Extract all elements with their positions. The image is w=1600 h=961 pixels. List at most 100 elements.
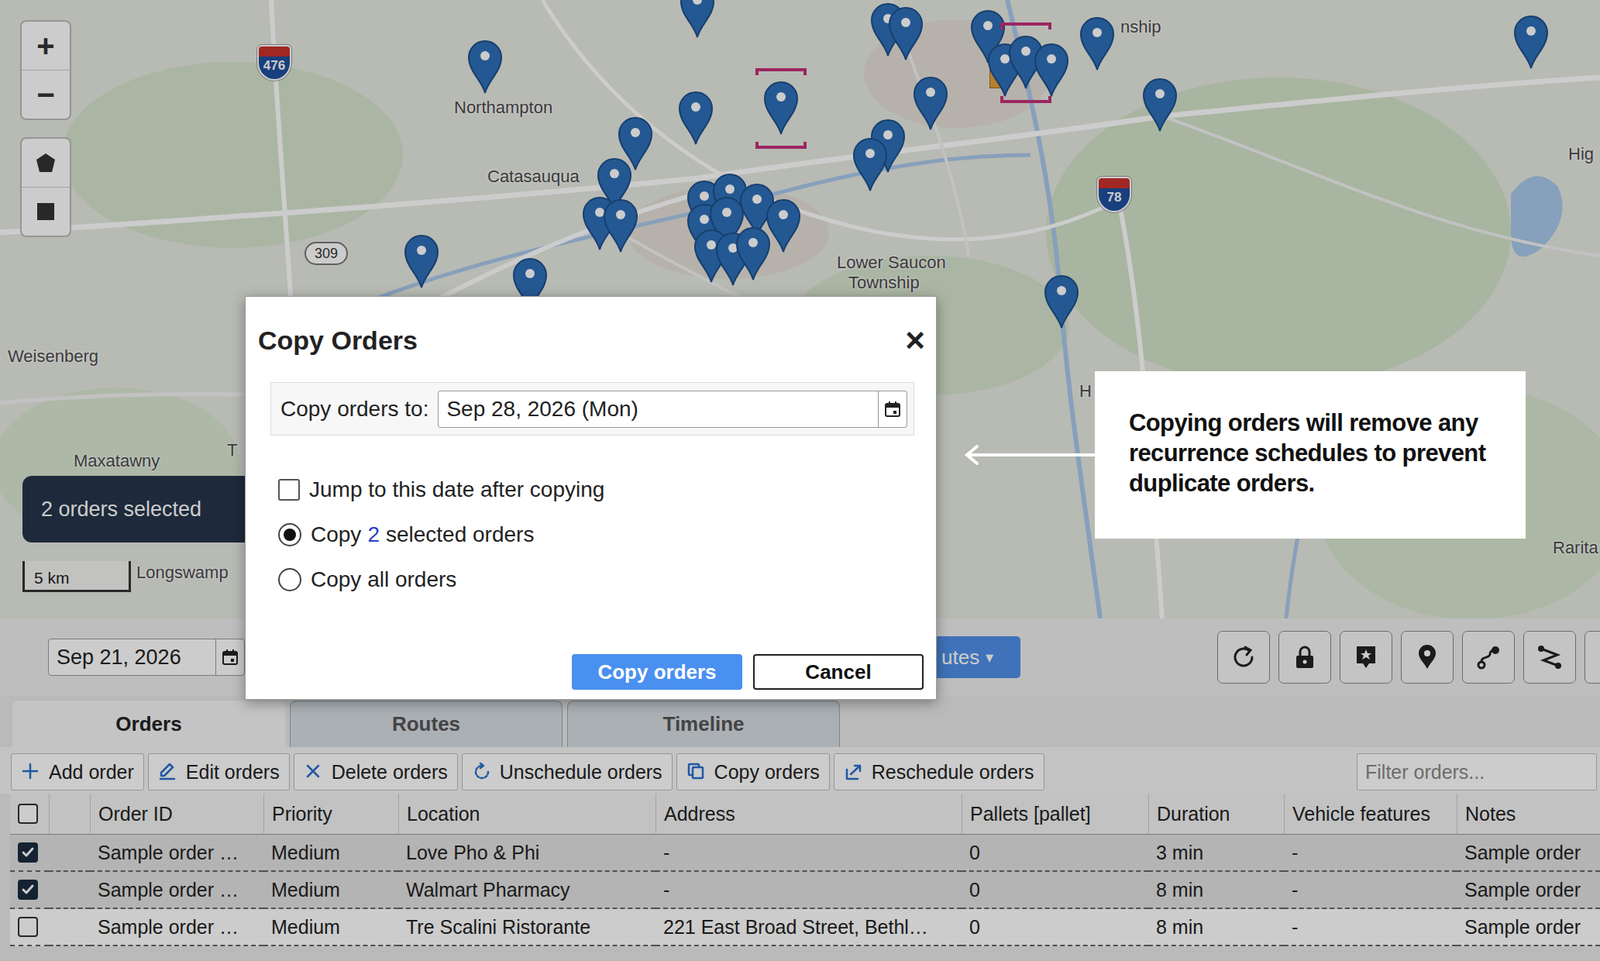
action-button[interactable]: Reschedule orders bbox=[833, 753, 1045, 791]
routes-dropdown[interactable]: utes▾ bbox=[922, 636, 1021, 678]
table-cell[interactable]: 3 min bbox=[1148, 834, 1284, 872]
pin-star-button[interactable] bbox=[1339, 630, 1393, 684]
checkbox[interactable] bbox=[17, 879, 38, 900]
order-pin[interactable] bbox=[1141, 76, 1179, 133]
refresh-button[interactable] bbox=[1217, 630, 1270, 684]
cancel-button[interactable]: Cancel bbox=[753, 653, 924, 690]
table-cell[interactable]: Sample order bbox=[1456, 871, 1600, 909]
copy-option[interactable]: Copy2selected orders bbox=[278, 520, 936, 549]
cell-text: Sample order … bbox=[97, 878, 239, 902]
column-header[interactable]: Order ID bbox=[89, 793, 264, 835]
order-pin[interactable] bbox=[887, 5, 925, 62]
route-alt-button[interactable] bbox=[1523, 630, 1576, 684]
row-select-cell[interactable] bbox=[10, 908, 49, 947]
close-button[interactable]: × bbox=[904, 323, 926, 358]
filter-input[interactable] bbox=[1356, 753, 1597, 791]
order-pin[interactable] bbox=[677, 89, 715, 146]
table-cell[interactable]: Sample order … bbox=[89, 908, 264, 947]
column-header[interactable]: Notes bbox=[1456, 793, 1600, 835]
column-label: Address bbox=[664, 802, 736, 826]
table-cell[interactable]: Tre Scalini Ristorante bbox=[398, 908, 656, 947]
table-cell[interactable]: Medium bbox=[263, 908, 399, 947]
column-header[interactable]: Pallets [pallet] bbox=[961, 793, 1149, 835]
jump-option[interactable]: Jump to this date after copying bbox=[278, 475, 936, 504]
tab[interactable]: Timeline bbox=[567, 700, 840, 747]
radio-button[interactable] bbox=[278, 523, 302, 547]
table-cell[interactable]: - bbox=[655, 871, 962, 909]
order-pin[interactable] bbox=[1032, 41, 1071, 98]
date-value[interactable]: Sep 21, 2026 bbox=[48, 639, 216, 675]
calendar-button[interactable] bbox=[215, 639, 245, 675]
calendar-button[interactable] bbox=[877, 391, 907, 427]
table-cell[interactable]: Sample order bbox=[1456, 834, 1600, 872]
table-cell[interactable]: Love Pho & Phi bbox=[398, 834, 656, 872]
action-button[interactable]: Unschedule orders bbox=[461, 753, 673, 791]
date-value[interactable]: Sep 28, 2026 (Mon) bbox=[438, 391, 878, 427]
table-cell[interactable]: 0 bbox=[961, 834, 1149, 872]
table-cell[interactable]: - bbox=[1283, 871, 1457, 909]
order-pin[interactable] bbox=[602, 197, 640, 254]
table-cell[interactable]: Walmart Pharmacy bbox=[398, 871, 656, 909]
rectangle-tool-button[interactable] bbox=[21, 186, 70, 236]
order-pin[interactable] bbox=[1512, 13, 1550, 70]
order-pin[interactable] bbox=[851, 136, 889, 193]
action-label: Edit orders bbox=[185, 760, 280, 784]
order-pin[interactable] bbox=[734, 225, 772, 282]
order-pin[interactable] bbox=[678, 0, 716, 39]
order-pin[interactable] bbox=[1078, 15, 1116, 72]
lock-button[interactable] bbox=[1278, 630, 1332, 684]
order-pin[interactable] bbox=[402, 233, 441, 290]
draw-controls bbox=[20, 137, 72, 238]
checkbox[interactable] bbox=[17, 916, 38, 937]
route-button[interactable] bbox=[1462, 630, 1515, 684]
checkbox[interactable] bbox=[17, 842, 38, 863]
column-header[interactable]: Address bbox=[655, 793, 962, 835]
action-button[interactable]: Edit orders bbox=[147, 753, 290, 791]
order-pin[interactable] bbox=[762, 79, 800, 136]
column-header[interactable]: Duration bbox=[1148, 793, 1284, 835]
table-cell[interactable]: Sample order … bbox=[89, 871, 264, 909]
tab[interactable]: Routes bbox=[289, 700, 563, 747]
map-label: T bbox=[227, 440, 238, 461]
order-pin[interactable] bbox=[466, 38, 504, 95]
zoom-in-button[interactable]: + bbox=[21, 21, 70, 70]
table-cell[interactable]: 0 bbox=[961, 908, 1149, 947]
checkbox[interactable] bbox=[17, 803, 38, 824]
copy-orders-button[interactable]: Copy orders bbox=[571, 653, 743, 690]
table-cell[interactable]: Medium bbox=[263, 834, 399, 872]
action-button[interactable]: Copy orders bbox=[676, 753, 830, 791]
location-pin-button[interactable] bbox=[1400, 630, 1454, 684]
jump-checkbox[interactable] bbox=[278, 478, 300, 501]
zoom-out-button[interactable]: − bbox=[21, 69, 70, 119]
polygon-tool-button[interactable] bbox=[21, 138, 70, 187]
target-date-field[interactable]: Sep 28, 2026 (Mon) bbox=[437, 390, 908, 428]
column-header[interactable]: Location bbox=[398, 793, 656, 835]
cell-text: - bbox=[1291, 841, 1298, 864]
copy-option[interactable]: Copy all orders bbox=[278, 565, 936, 594]
column-header[interactable]: Vehicle features bbox=[1283, 793, 1457, 835]
table-cell[interactable]: Sample order … bbox=[89, 834, 264, 872]
row-select-cell[interactable] bbox=[10, 871, 49, 909]
order-pin[interactable] bbox=[1042, 273, 1081, 330]
table-cell[interactable]: - bbox=[1283, 834, 1457, 872]
table-cell[interactable]: - bbox=[1283, 908, 1457, 947]
date-field[interactable]: Sep 21, 2026 bbox=[48, 638, 245, 676]
table-cell[interactable]: 8 min bbox=[1148, 908, 1284, 947]
map-label: Township bbox=[848, 272, 920, 293]
table-cell[interactable]: 0 bbox=[961, 871, 1149, 909]
row-select-cell[interactable] bbox=[10, 834, 49, 872]
action-button[interactable]: Add order bbox=[10, 753, 145, 791]
column-header[interactable]: Priority bbox=[263, 793, 399, 835]
option-label: Copy bbox=[310, 522, 362, 548]
table-cell[interactable]: 8 min bbox=[1148, 871, 1284, 909]
action-button[interactable]: Delete orders bbox=[293, 753, 458, 791]
table-cell[interactable]: Sample order bbox=[1456, 908, 1600, 947]
settings-button[interactable] bbox=[1584, 630, 1600, 684]
table-cell[interactable]: - bbox=[655, 834, 962, 872]
table-cell[interactable]: 221 East Broad Street, Bethl… bbox=[655, 908, 962, 947]
order-pin[interactable] bbox=[764, 197, 802, 254]
order-pin[interactable] bbox=[911, 75, 950, 131]
tab[interactable]: Orders bbox=[12, 700, 286, 747]
table-cell[interactable]: Medium bbox=[263, 871, 399, 909]
radio-button[interactable] bbox=[278, 567, 302, 592]
